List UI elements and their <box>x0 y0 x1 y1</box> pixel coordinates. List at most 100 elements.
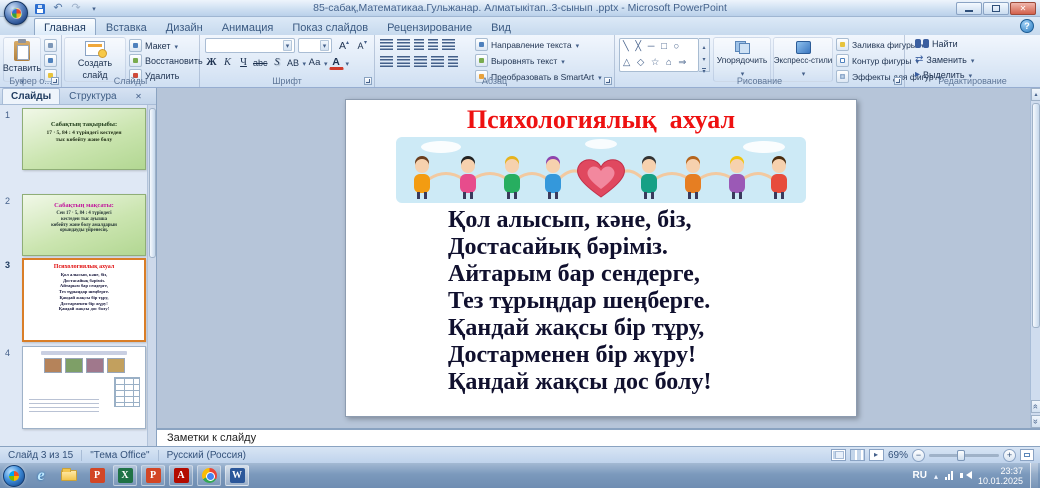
zoom-out-button[interactable]: − <box>912 449 925 462</box>
help-button[interactable]: ? <box>1020 19 1034 33</box>
align-center-button[interactable] <box>397 56 410 67</box>
taskbar-clock[interactable]: 23:37 10.01.2025 <box>978 466 1023 486</box>
align-text-button[interactable]: Выровнять текст <box>475 54 565 67</box>
tab-review[interactable]: Рецензирование <box>378 18 481 35</box>
grow-font-button[interactable]: А <box>335 38 350 53</box>
font-size-dropdown[interactable] <box>320 40 329 51</box>
slide-canvas[interactable]: Психологиялық ахуал <box>345 99 857 417</box>
children-holding-hands-illustration[interactable] <box>396 137 806 203</box>
next-slide-button[interactable] <box>1031 415 1040 428</box>
zoom-level[interactable]: 69% <box>888 450 908 461</box>
zoom-slider-thumb[interactable] <box>957 450 965 461</box>
tab-animation[interactable]: Анимация <box>213 18 283 35</box>
scroll-up-button[interactable] <box>1031 88 1040 101</box>
zoom-slider[interactable] <box>929 454 999 457</box>
shrink-font-button[interactable]: А <box>353 38 368 53</box>
text-direction-button[interactable]: Направление текста <box>475 38 579 51</box>
change-case-button[interactable]: Аа <box>307 55 322 70</box>
main-vertical-scrollbar[interactable] <box>1030 88 1040 428</box>
font-size-combo[interactable] <box>298 38 332 53</box>
tab-view[interactable]: Вид <box>482 18 520 35</box>
tab-slideshow[interactable]: Показ слайдов <box>283 18 377 35</box>
cut-button[interactable] <box>44 39 57 52</box>
close-button[interactable] <box>1010 2 1036 15</box>
shapes-gallery[interactable]: ╲ ╳ ─ □ ○ △ ◇ ☆ ⌂ ⇒ <box>619 38 699 72</box>
replace-button[interactable]: Заменить <box>915 54 974 65</box>
maximize-button[interactable] <box>983 2 1009 15</box>
previous-slide-button[interactable] <box>1031 400 1040 413</box>
fit-slide-to-window-button[interactable] <box>1020 449 1034 461</box>
slide-title-text[interactable]: Психологиялық ахуал <box>346 105 856 135</box>
font-name-combo[interactable] <box>205 38 295 53</box>
language-indicator[interactable]: Русский (Россия) <box>159 450 254 461</box>
numbering-button[interactable] <box>397 39 410 50</box>
reset-button[interactable]: Восстановить <box>129 54 203 67</box>
text-shadow-button[interactable]: S <box>270 55 285 70</box>
shapes-gallery-scroll[interactable] <box>699 38 710 72</box>
character-spacing-button[interactable]: АВ <box>286 55 301 70</box>
show-desktop-button[interactable] <box>1030 463 1038 488</box>
excel-taskbar-button[interactable]: X <box>113 465 137 486</box>
slide-poem-textbox[interactable]: Қол алысып, кәне, біз, Достасайық бәрімі… <box>448 207 856 396</box>
internet-explorer-icon[interactable]: e <box>29 465 53 486</box>
notes-area[interactable]: Заметки к слайду <box>157 428 1040 446</box>
minimize-button[interactable] <box>956 2 982 15</box>
office-button[interactable] <box>4 1 28 25</box>
columns-button[interactable] <box>448 56 458 67</box>
shapes-more-icon[interactable] <box>702 64 705 76</box>
save-button[interactable] <box>32 2 48 16</box>
chrome-taskbar-button[interactable] <box>197 465 221 486</box>
zoom-in-button[interactable]: + <box>1003 449 1016 462</box>
tab-outline[interactable]: Структура <box>60 88 125 104</box>
tab-design[interactable]: Дизайн <box>157 18 212 35</box>
slide-thumbnail-2[interactable]: Сабақтың мақсаты: Сен 17 · 5, 84 : 4 түр… <box>22 194 146 256</box>
bullets-button[interactable] <box>380 39 393 50</box>
network-icon[interactable] <box>945 471 953 480</box>
shapes-scroll-up-icon[interactable] <box>702 40 705 52</box>
explorer-folder-icon[interactable] <box>57 465 81 486</box>
align-left-button[interactable] <box>380 56 393 67</box>
customize-qat-dropdown[interactable] <box>86 2 102 16</box>
powerpoint-quicklaunch-icon[interactable]: P <box>85 465 109 486</box>
scroll-thumb[interactable] <box>1032 103 1040 328</box>
tab-slides-thumbnails[interactable]: Слайды <box>2 88 60 104</box>
font-color-button[interactable]: А <box>329 55 344 70</box>
slides-pane-scrollbar[interactable] <box>147 105 156 446</box>
font-dialog-launcher[interactable] <box>364 77 372 85</box>
underline-button[interactable]: Ч <box>236 55 251 70</box>
redo-button[interactable] <box>68 2 84 16</box>
slideshow-view-button[interactable] <box>869 449 884 461</box>
paragraph-dialog-launcher[interactable] <box>604 77 612 85</box>
volume-icon[interactable] <box>960 471 971 480</box>
decrease-indent-button[interactable] <box>414 39 424 50</box>
justify-button[interactable] <box>431 56 444 67</box>
show-hidden-icons-chevron[interactable] <box>934 470 938 482</box>
slide-thumbnail-1[interactable]: Сабақтың тақырыбы: 17 · 5, 84 : 4 түрінд… <box>22 108 146 170</box>
italic-button[interactable]: К <box>220 55 235 70</box>
shapes-scroll-down-icon[interactable] <box>702 52 705 64</box>
align-right-button[interactable] <box>414 56 427 67</box>
copy-button[interactable] <box>44 54 57 67</box>
find-button[interactable]: Найти <box>915 39 958 49</box>
tab-insert[interactable]: Вставка <box>97 18 156 35</box>
word-taskbar-button[interactable]: W <box>225 465 249 486</box>
slide-thumbnail-4[interactable] <box>22 346 146 429</box>
slides-pane-scroll-thumb[interactable] <box>149 108 156 258</box>
layout-button[interactable]: Макет <box>129 39 178 52</box>
clipboard-dialog-launcher[interactable] <box>51 77 59 85</box>
increase-indent-button[interactable] <box>428 39 438 50</box>
powerpoint-taskbar-button[interactable]: P <box>141 465 165 486</box>
keyboard-language-indicator[interactable]: RU <box>912 470 926 481</box>
tab-home[interactable]: Главная <box>34 18 96 35</box>
bold-button[interactable]: Ж <box>204 55 219 70</box>
acrobat-taskbar-button[interactable]: A <box>169 465 193 486</box>
normal-view-button[interactable] <box>831 449 846 461</box>
undo-button[interactable] <box>50 2 66 16</box>
slide-sorter-view-button[interactable] <box>850 449 865 461</box>
start-button[interactable] <box>3 465 25 487</box>
close-pane-icon[interactable] <box>132 90 145 103</box>
strikethrough-button[interactable]: abc <box>252 55 269 70</box>
font-name-dropdown[interactable] <box>283 40 292 51</box>
slide-thumbnail-3-selected[interactable]: Психологиялық ахуал Қол алысып, кәне, бі… <box>22 258 146 342</box>
line-spacing-button[interactable] <box>442 39 455 50</box>
